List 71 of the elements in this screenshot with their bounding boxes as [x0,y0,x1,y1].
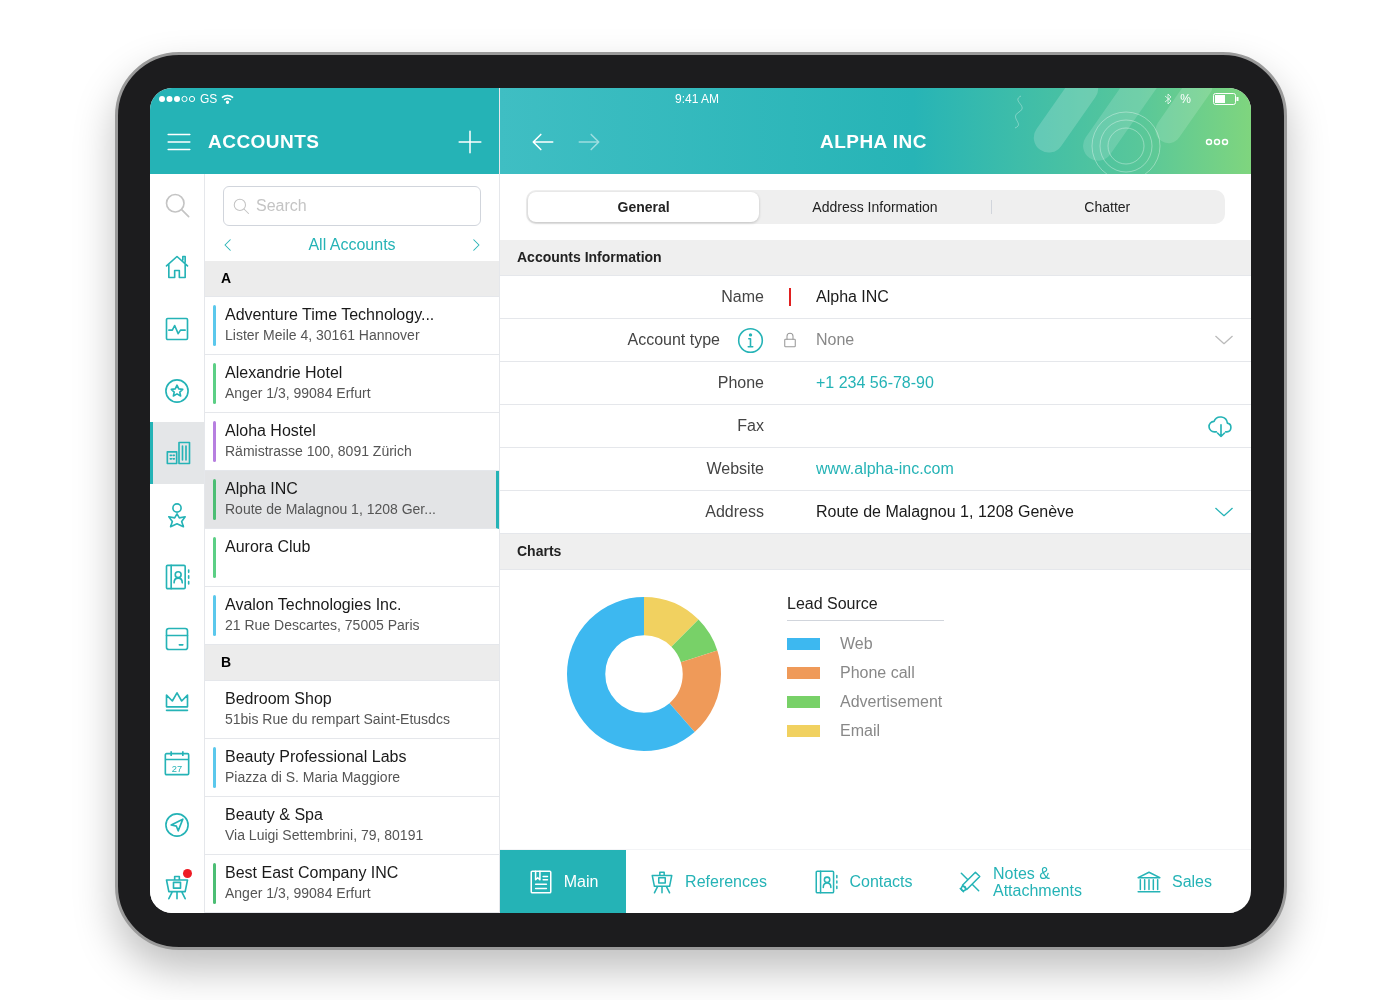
bluetooth-icon [1164,93,1173,105]
contact-book-icon [813,868,840,895]
account-address: Anger 1/3, 99084 Erfurt [225,884,372,903]
signal-icon [158,95,196,103]
account-address: Anger 1/3, 99084 Erfurt [225,384,371,403]
status-time: 9:41 AM [675,91,720,108]
pulse-chart-icon [163,315,191,343]
account-address: Lister Meile 4, 30161 Hannover [225,326,421,345]
account-name: Best East Company INC [225,863,399,883]
account-name: Bedroom Shop [225,689,333,709]
tools-icon [957,868,983,895]
field-value: Alpha INC [816,287,889,307]
account-address: Piazza di S. Maria Maggiore [225,768,402,787]
section-title: Charts [517,542,562,561]
field-value[interactable]: None [816,328,855,352]
more-button[interactable] [1205,138,1229,146]
carrier-name: GS [200,91,218,108]
field-label: Phone [717,373,764,393]
account-address: 51bis Rue du rempart Saint-Etusdcs [225,710,450,729]
account-name: Adventure Time Technology... [225,305,435,325]
wifi-icon [221,94,235,104]
account-name: Alpha INC [225,479,299,499]
search-icon [232,197,250,215]
account-name: Beauty & Spa [225,805,324,825]
account-name: Beauty Professional Labs [225,747,407,767]
info-icon [737,326,764,354]
section-letter: B [221,653,232,672]
send-circle-icon [163,811,191,839]
account-address: 21 Rue Descartes, 75005 Paris [225,616,420,635]
legend-label: Advertisement [840,692,943,712]
plus-icon [457,129,483,155]
field-label: Address [705,502,764,522]
field-label: Fax [737,416,764,436]
more-icon [1205,138,1229,146]
legend-title: Lead Source [787,592,944,621]
account-address: Via Luigi Settembrini, 79, 80191 [225,826,424,845]
section-title: Accounts Information [517,248,662,267]
legend-label: Email [840,721,880,741]
buildings-icon [164,439,193,467]
search-icon [163,191,191,219]
segment-tab[interactable]: Address Information [759,192,991,222]
account-name: Avalon Technologies Inc. [225,595,403,615]
legend-label: Web [840,634,873,654]
section-letter: A [221,269,232,288]
house-icon [163,253,191,281]
legend-label: Phone call [840,663,915,683]
account-name: Aloha Hostel [225,421,317,441]
accounts-title: ACCOUNTS [208,129,321,154]
account-row[interactable]: Alpha INC Route de Malagnou 1, 1208 Ger... [205,471,499,529]
account-name: Aurora Club [225,537,311,557]
segment-tab[interactable]: Chatter [991,192,1223,222]
account-address: Route de Malagnou 1, 1208 Ger... [225,500,436,519]
record-title: ALPHA INC [820,129,927,154]
document-icon [527,868,554,895]
field-value: Route de Malagnou 1, 1208 Genève [816,502,1074,522]
segment-tab[interactable]: General [528,192,760,222]
battery-icon [1213,93,1239,105]
required-marker [789,288,791,306]
box-icon [163,625,191,653]
account-address: Rämistrasse 100, 8091 Zürich [225,442,412,461]
calendar-icon: 27 [163,749,191,777]
search-field[interactable]: Search [223,186,481,226]
contact-book-icon [163,563,191,591]
add-button[interactable] [457,129,483,155]
star-circle-icon [163,377,191,405]
field-label: Website [706,459,764,479]
battery-percent: % [1180,91,1191,108]
field-label: Name [721,287,764,307]
easel-icon [163,873,191,901]
field-label: Account type [627,330,720,350]
account-name: Alexandrie Hotel [225,363,344,383]
